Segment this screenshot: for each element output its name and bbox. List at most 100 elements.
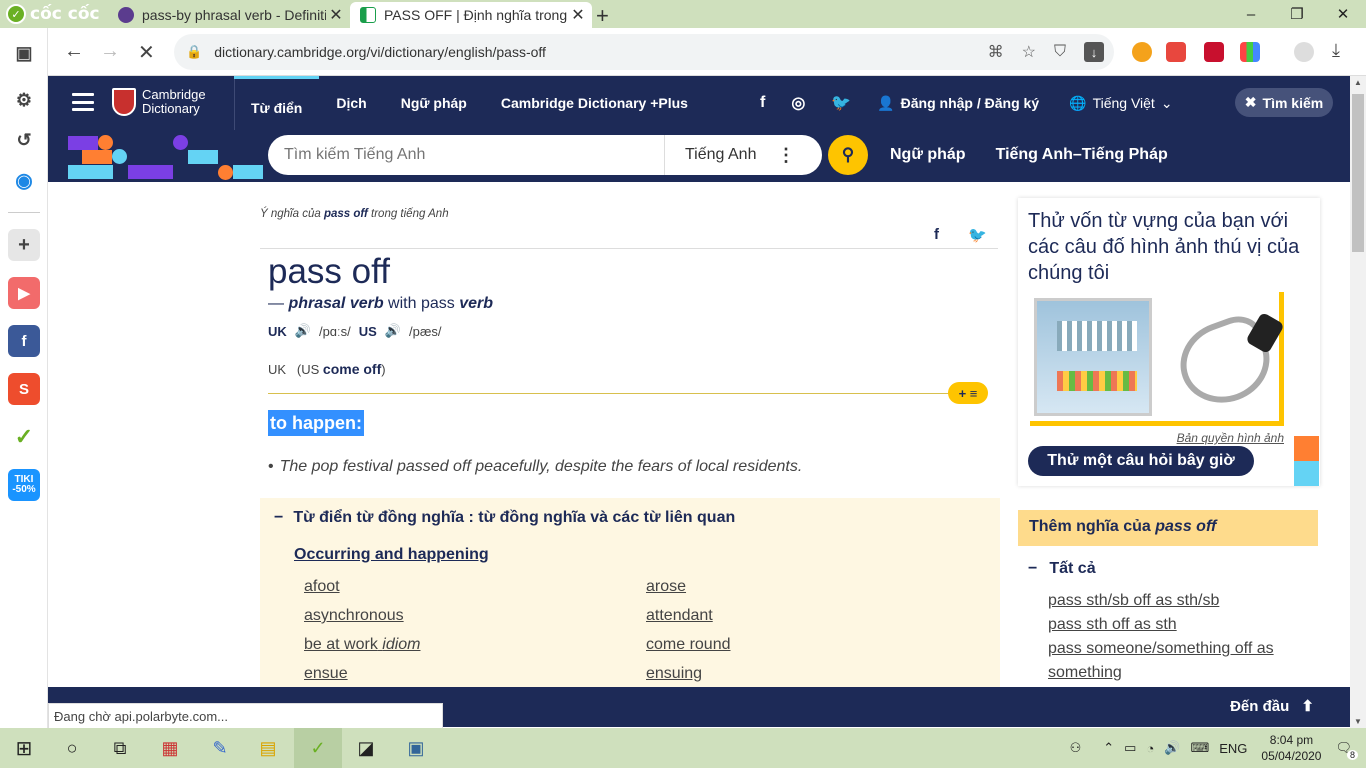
youtube-icon[interactable]: ▶ xyxy=(8,277,40,309)
thesaurus-heading[interactable]: − Từ điển từ đồng nghĩa : từ đồng nghĩa v… xyxy=(274,509,735,527)
nav-plus[interactable]: Cambridge Dictionary +Plus xyxy=(484,95,705,111)
thesaurus-word[interactable]: ensue xyxy=(304,665,348,683)
share-facebook-icon[interactable]: f xyxy=(934,226,939,243)
tiki-icon[interactable]: TIKI -50% xyxy=(8,469,40,501)
nav-grammar[interactable]: Ngữ pháp xyxy=(384,95,484,111)
more-meaning-link[interactable]: pass sth/sb off as sth/sb xyxy=(1048,592,1219,610)
scroll-thumb[interactable] xyxy=(1352,94,1364,252)
minimize-button[interactable]: ‒ xyxy=(1228,0,1274,28)
nav-dictionary[interactable]: Từ điển xyxy=(234,76,320,130)
clock[interactable]: 8:04 pm 05/04/2020 xyxy=(1261,732,1321,764)
sticky-notes-icon[interactable]: ◪ xyxy=(352,734,380,762)
star-icon[interactable]: ☆ xyxy=(1022,42,1036,62)
notification-icon[interactable]: 🗨 8 xyxy=(1335,740,1358,760)
add-to-list-button[interactable]: + ≡ xyxy=(948,382,988,404)
tab-close-icon[interactable]: ✕ xyxy=(326,5,346,25)
coccoc-taskbar-icon[interactable]: ✓ xyxy=(304,734,332,762)
grammar-link[interactable]: Ngữ pháp xyxy=(890,146,966,164)
extension-new-icon[interactable] xyxy=(1166,42,1186,62)
windows-icon[interactable]: ⊞ xyxy=(10,734,38,762)
thesaurus-word[interactable]: asynchronous xyxy=(304,607,404,625)
scroll-up-icon[interactable]: ▲ xyxy=(1354,78,1362,87)
coccoc-sidebar-icon[interactable]: ✓ xyxy=(8,421,40,453)
forward-button[interactable]: → xyxy=(100,40,120,63)
more-options-icon[interactable]: ⋮ xyxy=(777,145,795,166)
maximize-button[interactable]: ❐ xyxy=(1274,0,1320,28)
people-icon[interactable]: ⚇ xyxy=(1070,740,1082,756)
extension-icon[interactable] xyxy=(1204,42,1224,62)
battery-icon[interactable]: ▭ xyxy=(1124,740,1136,756)
quiz-image[interactable] xyxy=(1030,292,1285,426)
login-link[interactable]: Đăng nhập / Đăng ký xyxy=(901,95,1039,111)
thesaurus-category[interactable]: Occurring and happening xyxy=(294,546,489,564)
download-icon[interactable]: ↓ xyxy=(1084,42,1104,62)
file-explorer-icon[interactable]: ▤ xyxy=(254,734,282,762)
page-scrollbar[interactable]: ▲ ▼ xyxy=(1350,76,1366,728)
more-meaning-link[interactable]: pass sth off as sth xyxy=(1048,616,1177,634)
share-twitter-icon[interactable]: 🐦 xyxy=(968,226,987,244)
address-bar[interactable]: 🔒 dictionary.cambridge.org/vi/dictionary… xyxy=(174,34,1114,70)
scroll-down-icon[interactable]: ▼ xyxy=(1354,717,1362,726)
chevron-up-icon[interactable]: ⌃ xyxy=(1103,740,1114,756)
thesaurus-word[interactable]: come round xyxy=(646,636,731,654)
thesaurus-word[interactable]: arose xyxy=(646,578,686,596)
settings-icon[interactable]: ⚙ xyxy=(8,84,40,116)
thesaurus-word[interactable]: attendant xyxy=(646,607,713,625)
dictionary-select[interactable]: Tiếng Anh xyxy=(685,146,777,164)
nav-translate[interactable]: Dịch xyxy=(319,95,383,111)
quiz-button[interactable]: Thử một câu hỏi bây giờ xyxy=(1028,446,1254,476)
app-icon[interactable]: ▦ xyxy=(156,734,184,762)
back-to-top-button[interactable]: Đến đầu ⬆ xyxy=(1230,697,1314,715)
close-window-button[interactable]: ✕ xyxy=(1320,0,1366,28)
thesaurus-word[interactable]: afoot xyxy=(304,578,340,596)
sidebar-toggle-icon[interactable]: ▣ xyxy=(8,37,40,69)
more-meaning-link[interactable]: pass someone/something off as xyxy=(1048,640,1274,658)
stop-button[interactable]: ✕ xyxy=(138,40,155,65)
paint-icon[interactable]: ✎ xyxy=(206,734,234,762)
translate-icon[interactable]: ⌘ xyxy=(988,42,1004,62)
search-input[interactable] xyxy=(284,146,664,164)
facebook-sidebar-icon[interactable]: f xyxy=(8,325,40,357)
language-select[interactable]: Tiếng Việt xyxy=(1093,95,1155,111)
browser-brand[interactable]: ✓ cốc cốc xyxy=(6,3,100,25)
profile-avatar[interactable] xyxy=(1294,42,1314,62)
facebook-icon[interactable]: f xyxy=(760,94,765,112)
hamburger-icon[interactable] xyxy=(72,93,94,111)
downloads-icon[interactable]: ⤓ xyxy=(1332,40,1340,61)
twitter-icon[interactable]: 🐦 xyxy=(831,93,851,113)
search-toggle-button[interactable]: ✖ Tìm kiếm xyxy=(1235,88,1333,117)
new-tab-button[interactable]: + xyxy=(596,3,609,29)
input-language[interactable]: ENG xyxy=(1219,741,1247,756)
keyboard-icon[interactable]: ⌨ xyxy=(1190,740,1209,756)
cambridge-logo[interactable]: Cambridge Dictionary xyxy=(112,88,206,116)
shield-icon[interactable]: ⛉ xyxy=(1054,43,1066,61)
messenger-icon[interactable]: ◉ xyxy=(8,164,40,196)
wifi-icon[interactable]: ◔ xyxy=(1146,741,1154,756)
thesaurus-word[interactable]: ensuing xyxy=(646,665,702,683)
extension-icon[interactable] xyxy=(1132,42,1152,62)
thesaurus-word[interactable]: be at work xyxy=(304,636,378,653)
english-french-link[interactable]: Tiếng Anh–Tiếng Pháp xyxy=(996,146,1168,164)
more-all-toggle[interactable]: − Tất cả xyxy=(1028,560,1096,578)
speaker-icon[interactable]: 🔊 xyxy=(295,323,311,339)
task-view-icon[interactable]: ⧉ xyxy=(106,734,134,762)
pronunciation: UK 🔊 /pɑːs/ US 🔊 /pæs/ xyxy=(268,323,442,339)
image-copyright-link[interactable]: Bản quyền hình ảnh xyxy=(1177,431,1284,445)
tab-close-icon[interactable]: ✕ xyxy=(568,5,588,25)
browser-tab-active[interactable]: PASS OFF | Định nghĩa trong t ✕ xyxy=(350,2,592,28)
search-button[interactable]: ⚲ xyxy=(828,135,868,175)
back-button[interactable]: ← xyxy=(64,40,84,63)
extension-icon[interactable] xyxy=(1240,42,1260,62)
volume-icon[interactable]: 🔊 xyxy=(1164,740,1180,756)
browser-tab-inactive[interactable]: pass-by phrasal verb - Definiti ✕ xyxy=(108,2,350,28)
history-icon[interactable]: ↺ xyxy=(8,124,40,156)
uk-ipa: /pɑːs/ xyxy=(318,323,351,339)
shopee-icon[interactable]: S xyxy=(8,373,40,405)
search-taskbar-icon[interactable]: ○ xyxy=(58,734,86,762)
app-icon[interactable]: ▣ xyxy=(402,734,430,762)
speaker-icon[interactable]: 🔊 xyxy=(385,323,401,339)
more-meaning-link[interactable]: something xyxy=(1048,664,1122,682)
headword: pass off xyxy=(268,252,390,291)
add-icon[interactable]: + xyxy=(8,229,40,261)
instagram-icon[interactable]: ◎ xyxy=(791,93,805,113)
